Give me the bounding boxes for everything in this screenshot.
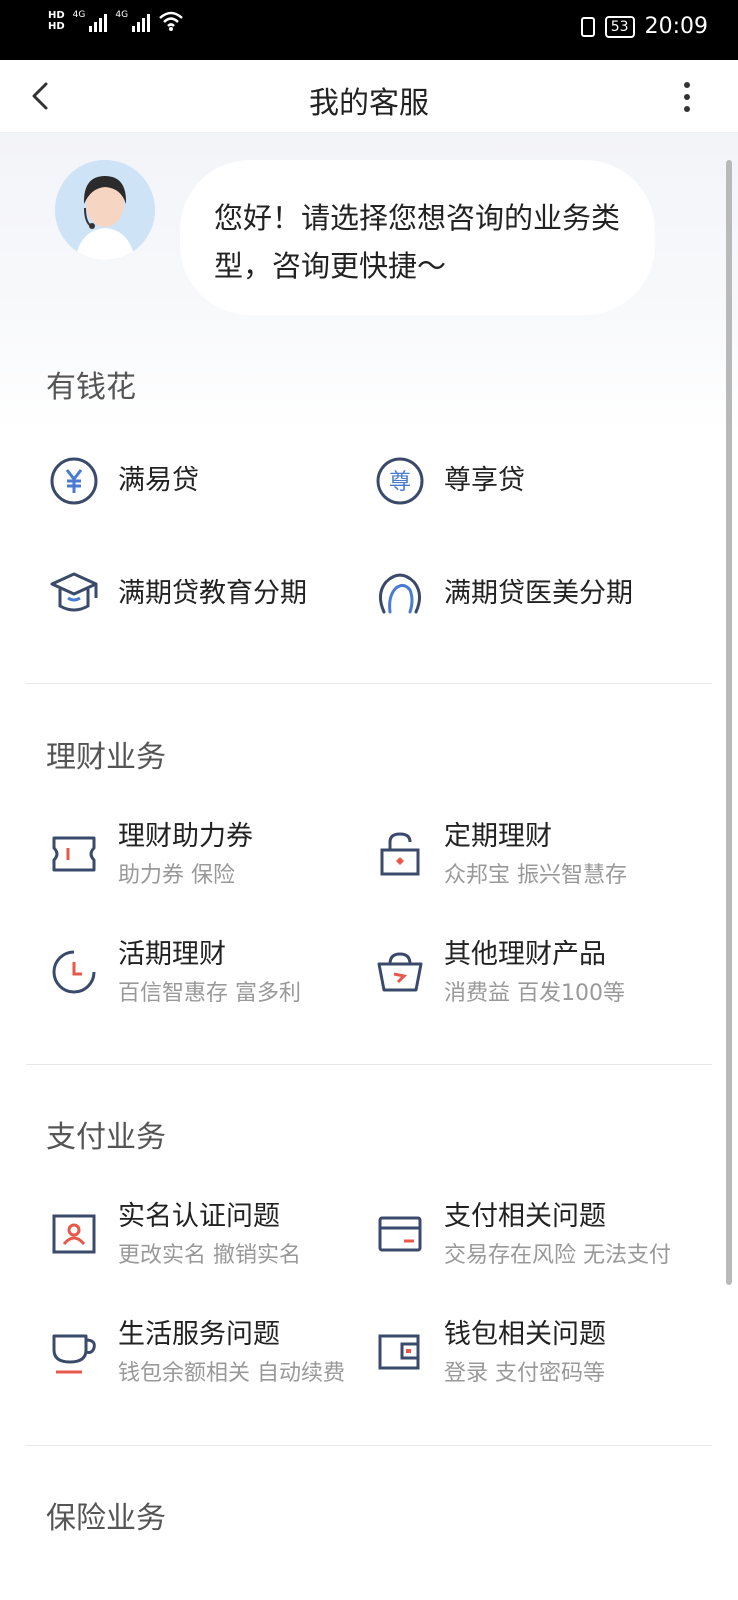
service-item-sub: 消费益 百发100等 <box>444 981 625 1006</box>
agent-avatar <box>55 160 155 260</box>
service-item-label: 理财助力券 <box>118 821 253 852</box>
service-item-label: 满期贷医美分期 <box>444 578 633 609</box>
nav-bar: 我的客服 <box>0 60 738 133</box>
section-title-baoxian: 保险业务 <box>46 1501 166 1536</box>
service-item-other-licai[interactable]: 其他理财产品 消费益 百发100等 <box>374 936 625 1010</box>
service-item-dingqi[interactable]: 定期理财 众邦宝 振兴智慧存 <box>374 818 627 892</box>
service-item-label: 支付相关问题 <box>444 1201 606 1232</box>
service-item-life-service[interactable]: 生活服务问题 钱包余额相关 自动续费 <box>48 1316 345 1390</box>
zun-circle-icon: 尊 <box>376 457 424 505</box>
service-item-manyidai[interactable]: 满易贷 <box>48 455 199 507</box>
service-item-sub: 助力券 保险 <box>118 863 235 888</box>
service-item-label: 定期理财 <box>444 821 552 852</box>
agent-avatar-image <box>55 160 155 260</box>
service-item-sub: 百信智惠存 富多利 <box>118 981 301 1006</box>
section-title-zhifu: 支付业务 <box>46 1120 166 1155</box>
clock-icon <box>52 950 96 994</box>
wallet-icon <box>378 1334 420 1370</box>
service-item-payment[interactable]: 支付相关问题 交易存在风险 无法支付 <box>374 1198 671 1272</box>
service-item-label: 尊享贷 <box>444 465 525 496</box>
section-title-youqianhua: 有钱花 <box>46 370 136 405</box>
service-item-label: 满易贷 <box>118 465 199 496</box>
service-item-huoqi[interactable]: 活期理财 百信智惠存 富多利 <box>48 936 301 1010</box>
hd-indicator: HD <box>48 10 65 21</box>
service-item-sub: 更改实名 撤销实名 <box>118 1243 301 1268</box>
page-title: 我的客服 <box>309 86 429 121</box>
greeting-bubble: 您好！请选择您想咨询的业务类型，咨询更快捷～ <box>180 160 655 315</box>
service-item-sub: 钱包余额相关 自动续费 <box>118 1361 345 1386</box>
network-type: 4G <box>115 10 129 20</box>
service-item-label: 实名认证问题 <box>118 1201 280 1232</box>
network-type: 4G <box>72 10 86 20</box>
section-divider <box>26 1064 712 1065</box>
service-item-licai-coupon[interactable]: 理财助力券 助力券 保险 <box>48 818 253 892</box>
service-item-sub: 登录 支付密码等 <box>444 1361 605 1386</box>
battery-indicator: 53 <box>604 15 635 38</box>
wifi-icon <box>159 11 183 31</box>
service-item-zunxiangdai[interactable]: 尊 尊享贷 <box>374 455 525 507</box>
clock-text: 20:09 <box>644 14 708 39</box>
status-bar: HD HD 4G 4G 53 20:09 <box>0 0 738 60</box>
service-item-label: 其他理财产品 <box>444 939 606 970</box>
cup-icon <box>52 1334 96 1374</box>
service-item-label: 生活服务问题 <box>118 1319 280 1350</box>
service-item-wallet[interactable]: 钱包相关问题 登录 支付密码等 <box>374 1316 606 1390</box>
service-item-realname[interactable]: 实名认证问题 更改实名 撤销实名 <box>48 1198 301 1272</box>
graduation-cap-icon <box>50 572 98 612</box>
lock-icon <box>380 832 420 876</box>
signal-icon: 4G <box>73 10 108 32</box>
vibrate-icon <box>580 16 595 37</box>
id-card-icon <box>52 1214 96 1254</box>
signal-icon: 4G <box>115 10 151 32</box>
service-item-label: 活期理财 <box>118 939 226 970</box>
service-item-education-installment[interactable]: 满期贷教育分期 <box>48 568 307 620</box>
face-icon <box>379 573 421 614</box>
coupon-icon <box>52 836 96 872</box>
section-divider <box>26 683 712 684</box>
bank-card-icon <box>378 1216 422 1252</box>
service-item-sub: 众邦宝 振兴智慧存 <box>444 863 627 888</box>
service-item-label: 钱包相关问题 <box>444 1319 606 1350</box>
hd-indicator: HD <box>48 21 65 32</box>
more-options-icon[interactable] <box>682 82 692 112</box>
service-item-sub: 交易存在风险 无法支付 <box>444 1243 671 1268</box>
section-divider <box>26 1445 712 1446</box>
basket-icon <box>377 952 423 992</box>
zun-glyph: 尊 <box>389 470 411 495</box>
section-title-licai: 理财业务 <box>46 740 166 775</box>
service-item-medical-beauty-installment[interactable]: 满期贷医美分期 <box>374 568 633 620</box>
yen-circle-icon <box>50 457 98 505</box>
scrollbar[interactable] <box>726 160 732 1285</box>
service-item-label: 满期贷教育分期 <box>118 578 307 609</box>
